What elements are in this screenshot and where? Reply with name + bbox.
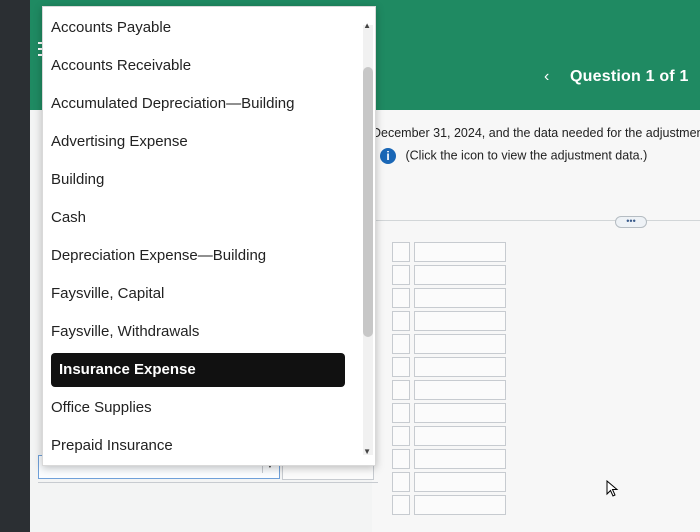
scroll-down-icon[interactable]: ▼ — [363, 447, 371, 456]
grid-cell[interactable] — [392, 288, 410, 308]
grid-cell[interactable] — [392, 311, 410, 331]
grid-cell[interactable] — [392, 472, 410, 492]
left-bezel — [0, 0, 30, 532]
option-prepaid-insurance[interactable]: Prepaid Insurance — [51, 429, 173, 463]
grid-row — [392, 426, 506, 449]
question-title: Question 1 of 1 — [570, 68, 689, 85]
scroll-up-icon[interactable]: ▲ — [363, 21, 371, 30]
question-content: December 31, 2024, and the data needed f… — [372, 110, 700, 532]
option-accumulated-depreciation-building[interactable]: Accumulated Depreciation—Building — [51, 87, 294, 121]
option-accounts-receivable[interactable]: Accounts Receivable — [51, 49, 191, 83]
info-icon[interactable]: i — [380, 148, 396, 164]
mouse-cursor-icon — [606, 480, 619, 497]
grid-cell[interactable] — [414, 403, 506, 423]
grid-row — [392, 334, 506, 357]
info-row: i (Click the icon to view the adjustment… — [380, 148, 647, 164]
grid-cell[interactable] — [414, 288, 506, 308]
grid-cell[interactable] — [414, 357, 506, 377]
account-dropdown-list[interactable]: Accounts Payable Accounts Receivable Acc… — [42, 6, 376, 466]
option-cash[interactable]: Cash — [51, 201, 86, 235]
grid-row — [392, 495, 506, 518]
more-button[interactable]: ••• — [615, 216, 647, 228]
grid-cell[interactable] — [392, 495, 410, 515]
grid-cell[interactable] — [392, 357, 410, 377]
grid-cell[interactable] — [414, 426, 506, 446]
grid-cell[interactable] — [392, 265, 410, 285]
option-depreciation-expense-building[interactable]: Depreciation Expense—Building — [51, 239, 266, 273]
grid-row — [392, 403, 506, 426]
question-description: December 31, 2024, and the data needed f… — [372, 126, 700, 140]
dropdown-scroll-thumb[interactable] — [363, 67, 373, 337]
prev-question-icon[interactable]: ‹ — [544, 68, 549, 86]
option-insurance-expense[interactable]: Insurance Expense — [51, 353, 345, 387]
grid-cell[interactable] — [392, 242, 410, 262]
option-advertising-expense[interactable]: Advertising Expense — [51, 125, 188, 159]
grid-cell[interactable] — [414, 265, 506, 285]
grid-cell[interactable] — [392, 403, 410, 423]
grid-bottom — [38, 482, 378, 499]
option-faysville-withdrawals[interactable]: Faysville, Withdrawals — [51, 315, 199, 349]
grid-row — [392, 472, 506, 495]
grid-cell[interactable] — [414, 449, 506, 469]
option-accounts-payable[interactable]: Accounts Payable — [51, 11, 171, 45]
grid-row — [392, 265, 506, 288]
grid-cell[interactable] — [414, 495, 506, 515]
grid-cell[interactable] — [414, 242, 506, 262]
question-nav: ‹ Question 1 of 1 — [370, 60, 700, 96]
option-faysville-capital[interactable]: Faysville, Capital — [51, 277, 164, 311]
grid-cell[interactable] — [392, 380, 410, 400]
grid-row — [392, 357, 506, 380]
grid-row — [392, 380, 506, 403]
option-office-supplies[interactable]: Office Supplies — [51, 391, 152, 425]
divider — [372, 220, 700, 221]
grid-row — [392, 449, 506, 472]
grid-cell[interactable] — [414, 311, 506, 331]
grid-cell[interactable] — [392, 449, 410, 469]
info-text: (Click the icon to view the adjustment d… — [405, 148, 648, 163]
grid-row — [392, 242, 506, 265]
journal-grid — [392, 242, 506, 518]
grid-cell[interactable] — [414, 472, 506, 492]
option-building[interactable]: Building — [51, 163, 104, 197]
grid-cell[interactable] — [414, 380, 506, 400]
grid-cell[interactable] — [392, 426, 410, 446]
grid-cell[interactable] — [392, 334, 410, 354]
grid-cell[interactable] — [414, 334, 506, 354]
grid-row — [392, 311, 506, 334]
grid-row — [392, 288, 506, 311]
